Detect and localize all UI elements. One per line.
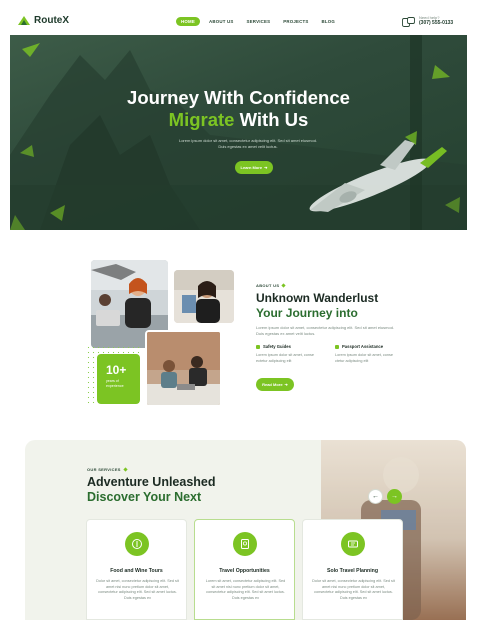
about-title-line2: Your Journey into (256, 306, 358, 320)
card-description: Dolor sit amet, consectetur adipiscing e… (96, 579, 179, 600)
experience-label: years of experience (106, 379, 124, 388)
card-title: Food and Wine Tours (110, 568, 163, 574)
nav-blog[interactable]: BLOG (318, 17, 339, 26)
feature-desc: Lorem ipsum dolor sit amet, conse ctetur… (335, 353, 394, 363)
service-card-food-wine[interactable]: Food and Wine Tours Dolor sit amet, cons… (86, 519, 187, 620)
hero-title-rest: With Us (234, 109, 309, 130)
arrow-right-icon: ➔ (264, 165, 268, 170)
travel-consult-image (145, 330, 222, 407)
feature-title: Safety Guides (263, 344, 291, 349)
logo-icon (18, 16, 30, 25)
feature-passport-assistance: Passport Assistance (335, 344, 383, 349)
diamond-icon (281, 283, 286, 288)
contact-info[interactable]: Need help? (307) 555-0133 (402, 15, 453, 27)
experience-badge: 10+ years of experience (97, 354, 140, 404)
site-header: RouteX HOME ABOUT US SERVICES PROJECTS B… (0, 0, 490, 38)
experience-number: 10+ (106, 363, 127, 377)
card-description: Lorem sit amet, consectetur adipiscing e… (205, 579, 286, 600)
services-tag-label: OUR SERVICES (87, 467, 121, 472)
feature-safety-guides: Safety Guides (256, 344, 291, 349)
ticket-icon (341, 532, 365, 556)
passport-icon (233, 532, 257, 556)
card-title: Solo Travel Planning (326, 568, 379, 574)
service-card-solo-travel[interactable]: Solo Travel Planning Dolor sit amet, con… (302, 519, 403, 620)
read-more-label: Read More (262, 382, 283, 387)
carousel-prev-button[interactable]: ← (368, 489, 383, 504)
about-tag: ABOUT US (256, 283, 286, 288)
contact-phone[interactable]: (307) 555-0133 (419, 20, 453, 26)
feature-desc: Lorem ipsum dolor sit amet, conse ectetu… (256, 353, 315, 363)
feature-title: Passport Assistance (342, 344, 384, 349)
diamond-icon (123, 467, 128, 472)
services-section: OUR SERVICES Adventure Unleashed Discove… (25, 440, 466, 620)
services-tag: OUR SERVICES (87, 467, 128, 472)
hero-title-line2: Migrate With Us (10, 109, 467, 131)
about-tag-label: ABOUT US (256, 283, 280, 288)
learn-more-label: Learn More (240, 165, 263, 170)
read-more-button[interactable]: Read More ➔ (256, 378, 294, 391)
services-title-line1: Adventure Unleashed (87, 475, 216, 489)
services-title-line2: Discover Your Next (87, 490, 202, 504)
arrow-right-icon: → (391, 493, 398, 500)
logo[interactable]: RouteX (18, 15, 69, 26)
smiling-woman-image (174, 270, 234, 323)
nav-services[interactable]: SERVICES (243, 17, 275, 26)
nav-about-us[interactable]: ABOUT US (205, 17, 238, 26)
logo-text: RouteX (34, 15, 69, 26)
hero-background-image (10, 35, 467, 230)
hero-banner: Journey With Confidence Migrate With Us … (10, 35, 467, 230)
hero-description: Lorem ipsum dolor sit amet, consectetur … (178, 138, 318, 149)
card-title: Travel Opportunities (219, 568, 270, 574)
arrow-left-icon: ← (372, 493, 379, 500)
phone-icon (402, 15, 415, 27)
carousel-next-button[interactable]: → (387, 489, 402, 504)
main-nav: HOME ABOUT US SERVICES PROJECTS BLOG (176, 17, 339, 26)
check-icon (335, 344, 339, 349)
check-icon (256, 344, 260, 349)
card-description: Dolor sit amet, consectetur adipiscing e… (312, 579, 395, 600)
about-title-line1: Unknown Wanderlust (256, 291, 379, 305)
hero-title-line1: Journey With Confidence (127, 87, 350, 108)
nav-home[interactable]: HOME (176, 17, 200, 26)
nav-projects[interactable]: PROJECTS (279, 17, 312, 26)
service-card-travel-opportunities[interactable]: Travel Opportunities Lorem sit amet, con… (194, 519, 295, 620)
food-icon (125, 532, 149, 556)
about-description: Lorem ipsum dolor sit amet, consectetur … (256, 325, 395, 336)
hero-title-accent: Migrate (168, 109, 235, 130)
learn-more-button[interactable]: Learn More ➔ (235, 161, 273, 174)
arrow-right-icon: ➔ (284, 382, 288, 387)
